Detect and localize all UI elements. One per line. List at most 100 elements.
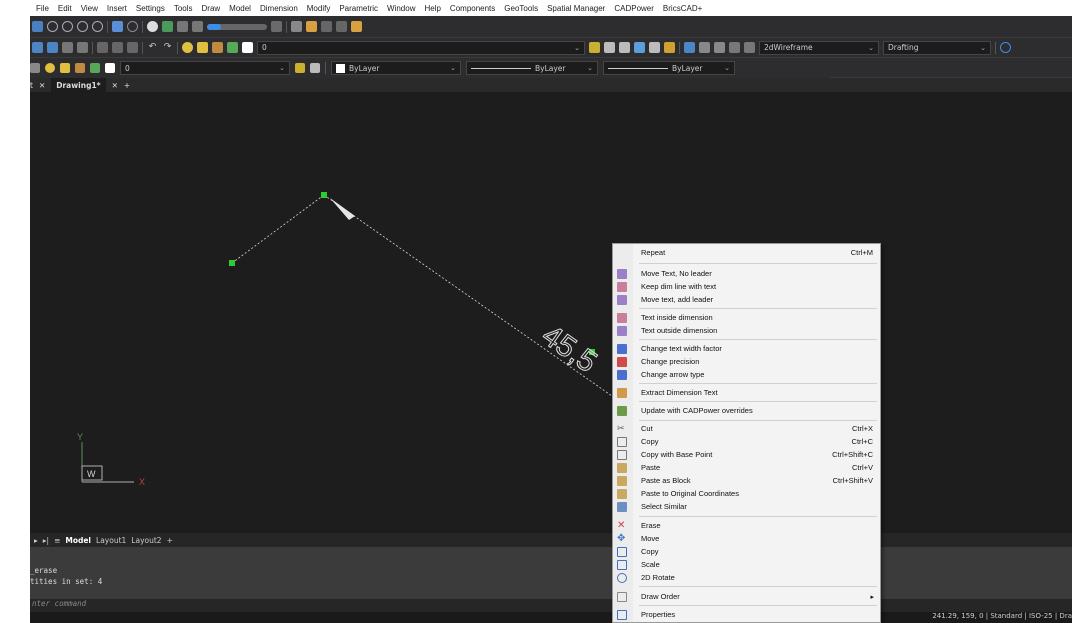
publish-icon[interactable] — [127, 42, 138, 53]
menu-geotools[interactable]: GeoTools — [504, 4, 538, 13]
layer-dropdown[interactable]: 0 ⌄ — [257, 40, 585, 55]
zoom-in-icon[interactable] — [77, 21, 88, 32]
layer-match-icon[interactable] — [589, 42, 600, 53]
menu-item-text-outside[interactable]: Text outside dimension — [613, 324, 880, 337]
layer-lock-icon[interactable] — [212, 42, 223, 53]
pan-icon[interactable] — [112, 21, 123, 32]
menu-item-paste-original[interactable]: Paste to Original Coordinates — [613, 487, 880, 500]
menu-item-draw-order[interactable]: Draw Order ▸ — [613, 590, 880, 603]
menu-item-move-text-add-leader[interactable]: Move text, add leader — [613, 293, 880, 306]
drawing-canvas[interactable]: 45,5 Y X W — [30, 92, 1072, 532]
lineweight-dropdown[interactable]: ByLayer ⌄ — [603, 61, 735, 75]
menu-item-2d-rotate[interactable]: 2D Rotate — [613, 571, 880, 584]
tab-layout2[interactable]: Layout2 — [131, 536, 161, 545]
color-dropdown[interactable]: ByLayer ⌄ — [331, 61, 461, 75]
layer-freeze-icon[interactable] — [60, 63, 70, 73]
print-preview-icon[interactable] — [97, 42, 108, 53]
layer-manager-icon[interactable] — [30, 63, 40, 73]
menu-item-erase[interactable]: ✕ Erase — [613, 519, 880, 532]
first-tab-icon[interactable]: ▸ — [34, 536, 38, 545]
menu-item-extract-dim-text[interactable]: Extract Dimension Text — [613, 386, 880, 399]
menu-item-cut[interactable]: ✂ Cut Ctrl+X — [613, 422, 880, 435]
menu-item-repeat[interactable]: Repeat Ctrl+M — [613, 246, 880, 259]
table-icon[interactable] — [336, 21, 347, 32]
menu-item-paste-block[interactable]: Paste as Block Ctrl+Shift+V — [613, 474, 880, 487]
tab-layout1[interactable]: Layout1 — [96, 536, 126, 545]
grip-point[interactable] — [229, 260, 235, 266]
light-icon[interactable] — [147, 21, 158, 32]
linetype-dropdown[interactable]: ByLayer ⌄ — [466, 61, 598, 75]
menu-insert[interactable]: Insert — [107, 4, 127, 13]
help-icon[interactable] — [1000, 42, 1011, 53]
new-icon[interactable] — [32, 42, 43, 53]
menu-file[interactable]: File — [36, 4, 49, 13]
last-tab-icon[interactable]: ▸| — [43, 536, 49, 545]
menu-settings[interactable]: Settings — [136, 4, 165, 13]
grid-icon[interactable] — [729, 42, 740, 53]
menu-item-change-width-factor[interactable]: Change text width factor — [613, 342, 880, 355]
add-layout-icon[interactable]: + — [167, 536, 173, 545]
print-icon[interactable] — [112, 42, 123, 53]
undo-icon[interactable]: ↶ — [147, 42, 158, 53]
layer-previous-icon[interactable] — [604, 42, 615, 53]
menu-item-move-text-no-leader[interactable]: Move Text, No leader — [613, 267, 880, 280]
layer-icon[interactable] — [32, 21, 43, 32]
layer-states-icon[interactable] — [619, 42, 630, 53]
grip-point[interactable] — [321, 192, 327, 198]
zoom-icon[interactable] — [47, 21, 58, 32]
menu-item-paste[interactable]: Paste Ctrl+V — [613, 461, 880, 474]
menu-item-text-inside[interactable]: Text inside dimension — [613, 311, 880, 324]
menu-parametric[interactable]: Parametric — [339, 4, 378, 13]
zoom-out-icon[interactable] — [92, 21, 103, 32]
menu-item-move[interactable]: ✥ Move — [613, 532, 880, 545]
layer-dropdown-2[interactable]: 0 ⌄ — [120, 61, 290, 75]
camera-icon[interactable] — [177, 21, 188, 32]
menu-item-select-similar[interactable]: Select Similar — [613, 500, 880, 513]
menu-help[interactable]: Help — [424, 4, 440, 13]
layer-match-icon[interactable] — [295, 63, 305, 73]
menu-modify[interactable]: Modify — [307, 4, 331, 13]
layer-previous-icon[interactable] — [310, 63, 320, 73]
open-icon[interactable] — [47, 42, 58, 53]
redo-icon[interactable]: ↷ — [162, 42, 173, 53]
layer-plot-icon[interactable] — [227, 42, 238, 53]
menu-item-scale[interactable]: Scale — [613, 558, 880, 571]
layer-on-icon[interactable] — [45, 63, 55, 73]
layer-on-icon[interactable] — [182, 42, 193, 53]
cube-icon[interactable] — [291, 21, 302, 32]
view-icon[interactable] — [684, 42, 695, 53]
menu-bricscad-plus[interactable]: BricsCAD+ — [663, 4, 702, 13]
command-input[interactable]: nter command — [30, 599, 1072, 612]
layer-delete-icon[interactable] — [664, 42, 675, 53]
layer-color-icon[interactable] — [242, 42, 253, 53]
menu-model[interactable]: Model — [229, 4, 251, 13]
layer-isolate-icon[interactable] — [634, 42, 645, 53]
tab-model[interactable]: Model — [65, 536, 91, 545]
gear-icon[interactable] — [714, 42, 725, 53]
save-as-icon[interactable] — [77, 42, 88, 53]
dimension-text[interactable]: 45,5 — [535, 318, 603, 380]
menu-spatial-manager[interactable]: Spatial Manager — [547, 4, 605, 13]
zoom-window-icon[interactable] — [62, 21, 73, 32]
chart-icon[interactable] — [192, 21, 203, 32]
menu-cadpower[interactable]: CADPower — [614, 4, 654, 13]
menu-item-change-arrow[interactable]: Change arrow type — [613, 368, 880, 381]
menu-item-update-cadpower[interactable]: Update with CADPower overrides — [613, 404, 880, 417]
menu-item-copy-base-point[interactable]: Copy with Base Point Ctrl+Shift+C — [613, 448, 880, 461]
grid-icon[interactable] — [321, 21, 332, 32]
render-icon[interactable] — [162, 21, 173, 32]
opacity-slider[interactable] — [207, 23, 267, 30]
menu-edit[interactable]: Edit — [58, 4, 72, 13]
layer-color-icon[interactable] — [105, 63, 115, 73]
menu-tools[interactable]: Tools — [174, 4, 193, 13]
visual-style-dropdown[interactable]: 2dWireframe ⌄ — [759, 40, 879, 55]
menu-window[interactable]: Window — [387, 4, 415, 13]
palette-icon[interactable] — [351, 21, 362, 32]
menu-item-change-precision[interactable]: Change precision — [613, 355, 880, 368]
layer-walk-icon[interactable] — [649, 42, 660, 53]
tools-icon[interactable] — [306, 21, 317, 32]
save-icon[interactable] — [62, 42, 73, 53]
menu-dimension[interactable]: Dimension — [260, 4, 298, 13]
menu-item-properties[interactable]: Properties — [613, 608, 880, 621]
menu-item-copy[interactable]: Copy Ctrl+C — [613, 435, 880, 448]
